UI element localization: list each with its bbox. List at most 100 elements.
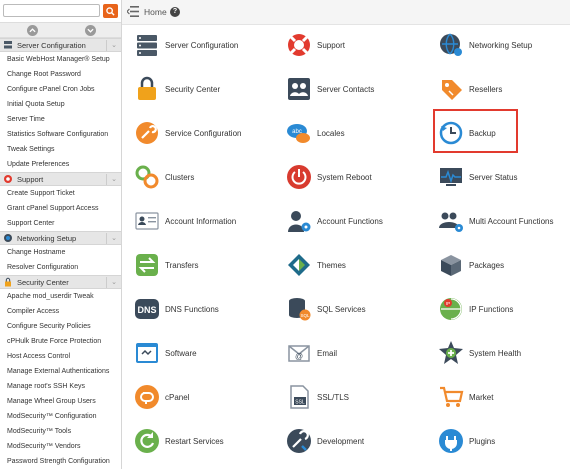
tile-multi-account-functions[interactable]: Multi Account Functions: [438, 203, 553, 239]
sidebar-item[interactable]: Update Preferences: [0, 157, 121, 172]
sidebar-item[interactable]: Grant cPanel Support Access: [0, 201, 121, 216]
sidebar-item[interactable]: Manage Wheel Group Users: [0, 394, 121, 409]
security-icon: [3, 277, 13, 287]
help-icon[interactable]: ?: [170, 7, 180, 17]
development-icon: [287, 429, 311, 453]
tile-service-configuration[interactable]: Service Configuration: [134, 115, 241, 151]
tile-server-status[interactable]: Server Status: [438, 159, 517, 195]
locales-icon: abc: [287, 124, 310, 143]
highlight-box: [433, 109, 518, 153]
menu-toggle-icon[interactable]: [127, 6, 139, 17]
tile-label: Themes: [317, 260, 346, 270]
tile-account-information[interactable]: Account Information: [134, 203, 236, 239]
sidebar-item[interactable]: ModSecurity™ Configuration: [0, 409, 121, 424]
tile-label: System Reboot: [317, 172, 372, 182]
sidebar-item[interactable]: Server Time: [0, 112, 121, 127]
tile-clusters[interactable]: Clusters: [134, 159, 194, 195]
sidebar-item[interactable]: Configure Security Policies: [0, 319, 121, 334]
top-bar: Home ?: [122, 0, 570, 25]
tile-development[interactable]: Development: [286, 423, 364, 459]
sidebar-section-header[interactable]: Security Center ⌄: [0, 275, 121, 289]
tile-cpanel[interactable]: cPanel: [134, 379, 189, 415]
collapse-all-button[interactable]: [27, 25, 38, 36]
sidebar-item[interactable]: Statistics Software Configuration: [0, 127, 121, 142]
sidebar-item[interactable]: Manage root's SSH Keys: [0, 379, 121, 394]
sidebar-item[interactable]: cPHulk Brute Force Protection: [0, 334, 121, 349]
service-configuration-icon: [136, 122, 158, 144]
tile-label: Email: [317, 348, 338, 358]
sidebar-item[interactable]: Basic WebHost Manager® Setup: [0, 52, 121, 67]
tile-account-functions[interactable]: Account Functions: [286, 203, 383, 239]
tile-label: SSL/TLS: [317, 392, 350, 402]
software-icon: [136, 343, 158, 363]
themes-icon: [288, 254, 310, 276]
tile-label: Market: [469, 392, 494, 402]
sidebar-item[interactable]: Manage External Authentications: [0, 364, 121, 379]
account-functions-icon: [288, 211, 311, 232]
tile-ssl-tls[interactable]: SSL SSL/TLS: [286, 379, 349, 415]
tile-software[interactable]: Software: [134, 335, 197, 371]
sidebar-item[interactable]: Password Strength Configuration: [0, 454, 121, 469]
sidebar-item[interactable]: Host Access Control: [0, 349, 121, 364]
tile-label: Development: [317, 436, 365, 446]
sidebar-section-header[interactable]: Support ⌄: [0, 172, 121, 186]
sidebar-item[interactable]: Initial Quota Setup: [0, 97, 121, 112]
tile-market[interactable]: Market: [438, 379, 493, 415]
system-reboot-icon: [287, 165, 311, 189]
sidebar-item[interactable]: Configure cPanel Cron Jobs: [0, 82, 121, 97]
sidebar-item[interactable]: ModSecurity™ Tools: [0, 424, 121, 439]
chevron-down-icon[interactable]: ⌄: [111, 41, 117, 49]
networking-icon: [3, 233, 13, 243]
tile-server-config[interactable]: Server Configuration: [134, 27, 238, 63]
transfers-icon: [136, 254, 158, 276]
sidebar-item[interactable]: Apache mod_userdir Tweak: [0, 289, 121, 304]
tile-locales[interactable]: abc Locales: [286, 115, 345, 151]
tile-networking-setup[interactable]: Networking Setup: [438, 27, 532, 63]
breadcrumb-home[interactable]: Home: [144, 7, 167, 17]
email-icon: @: [288, 345, 310, 362]
sidebar-item[interactable]: Change Root Password: [0, 67, 121, 82]
chevron-down-icon[interactable]: ⌄: [111, 175, 117, 183]
sidebar-item[interactable]: Tweak Settings: [0, 142, 121, 157]
sidebar-collapse-controls: [0, 22, 121, 38]
tile-dns-functions[interactable]: DNS DNS Functions: [134, 291, 219, 327]
networking-setup-icon: [440, 33, 462, 56]
sidebar-item[interactable]: Support Center: [0, 216, 121, 231]
tile-resellers[interactable]: Resellers: [438, 71, 502, 107]
sidebar-section-title: Security Center: [17, 277, 69, 287]
sidebar-item[interactable]: Compiler Access: [0, 304, 121, 319]
sidebar-section-header[interactable]: Networking Setup ⌄: [0, 231, 121, 245]
sidebar-item[interactable]: Create Support Ticket: [0, 186, 121, 201]
account-information-icon: [135, 212, 159, 230]
tile-transfers[interactable]: Transfers: [134, 247, 199, 283]
sidebar-section-header[interactable]: Server Configuration ⌄: [0, 38, 121, 52]
tile-restart-services[interactable]: Restart Services: [134, 423, 224, 459]
tile-label: System Health: [469, 348, 522, 358]
tile-label: Packages: [469, 260, 505, 270]
tile-sql-services[interactable]: SQL SQL Services: [286, 291, 366, 327]
tile-server-contacts[interactable]: Server Contacts: [286, 71, 374, 107]
sidebar-item[interactable]: Resolver Configuration: [0, 260, 121, 275]
ssl-tls-icon: SSL: [290, 385, 309, 409]
tile-themes[interactable]: Themes: [286, 247, 346, 283]
search-input[interactable]: [3, 4, 100, 17]
tile-support[interactable]: Support: [286, 27, 345, 63]
chevron-down-icon[interactable]: ⌄: [111, 234, 117, 242]
chevron-down-icon[interactable]: ⌄: [111, 278, 117, 286]
tile-label: Service Configuration: [165, 128, 242, 138]
tile-email[interactable]: @ Email: [286, 335, 337, 371]
tile-plugins[interactable]: Plugins: [438, 423, 495, 459]
svg-text:DNS: DNS: [137, 305, 156, 315]
sidebar-item[interactable]: ModSecurity™ Vendors: [0, 439, 121, 454]
tile-ip-functions[interactable]: IP IP Functions: [438, 291, 513, 327]
tile-system-reboot[interactable]: System Reboot: [286, 159, 372, 195]
expand-all-button[interactable]: [85, 25, 96, 36]
tile-system-health[interactable]: System Health: [438, 335, 521, 371]
search-button[interactable]: [103, 4, 118, 18]
tile-security-center[interactable]: Security Center: [134, 71, 220, 107]
tile-packages[interactable]: Packages: [438, 247, 504, 283]
plugins-icon: [439, 429, 463, 453]
ip-functions-icon: IP: [440, 298, 462, 320]
tile-label: Server Status: [469, 172, 518, 182]
sidebar-item[interactable]: Change Hostname: [0, 245, 121, 260]
